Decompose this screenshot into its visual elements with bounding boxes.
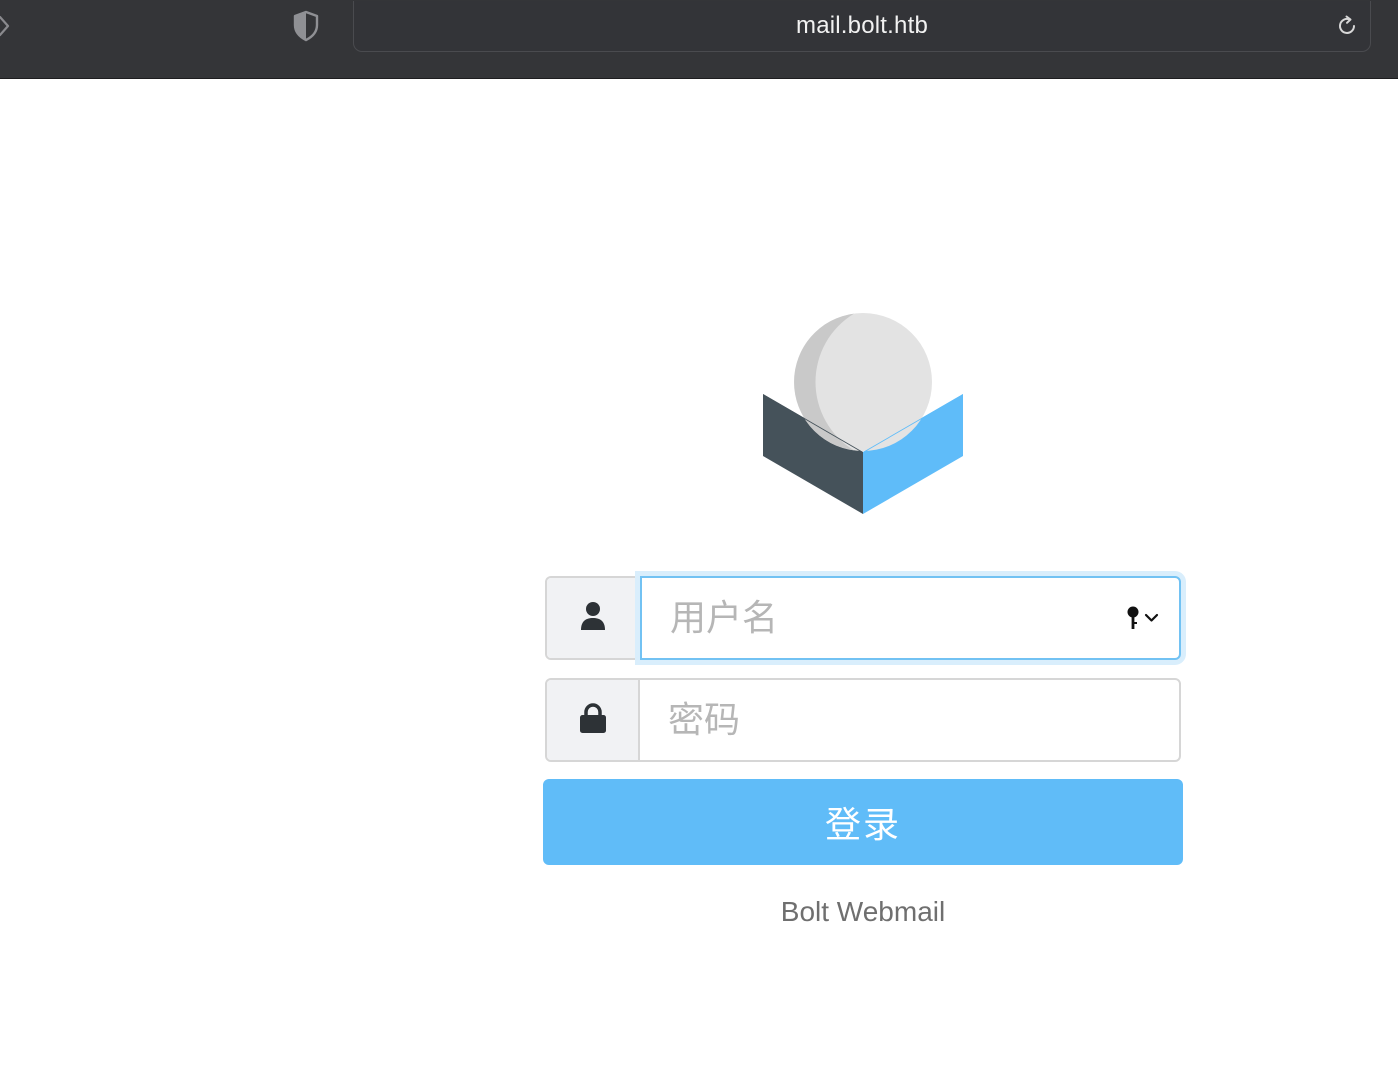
user-icon-addon (547, 578, 640, 658)
password-field (545, 678, 1181, 762)
user-icon (579, 601, 607, 636)
username-input-wrapper (640, 576, 1181, 660)
browser-toolbar: mail.bolt.htb (0, 0, 1398, 79)
url-text: mail.bolt.htb (796, 12, 928, 39)
lock-icon (579, 702, 607, 739)
lock-icon-addon (547, 680, 640, 760)
footer-text: Bolt Webmail (780, 896, 946, 927)
roundcube-logo (761, 312, 965, 516)
password-input[interactable] (640, 680, 1179, 760)
key-icon[interactable] (1125, 604, 1163, 632)
username-input[interactable] (642, 578, 1179, 658)
username-field (545, 576, 1181, 660)
login-button[interactable]: 登录 (543, 779, 1183, 865)
shield-icon[interactable] (291, 10, 321, 42)
chevron-right-icon[interactable] (0, 14, 14, 38)
reload-icon[interactable] (1334, 13, 1360, 39)
address-bar[interactable]: mail.bolt.htb (353, 1, 1371, 52)
